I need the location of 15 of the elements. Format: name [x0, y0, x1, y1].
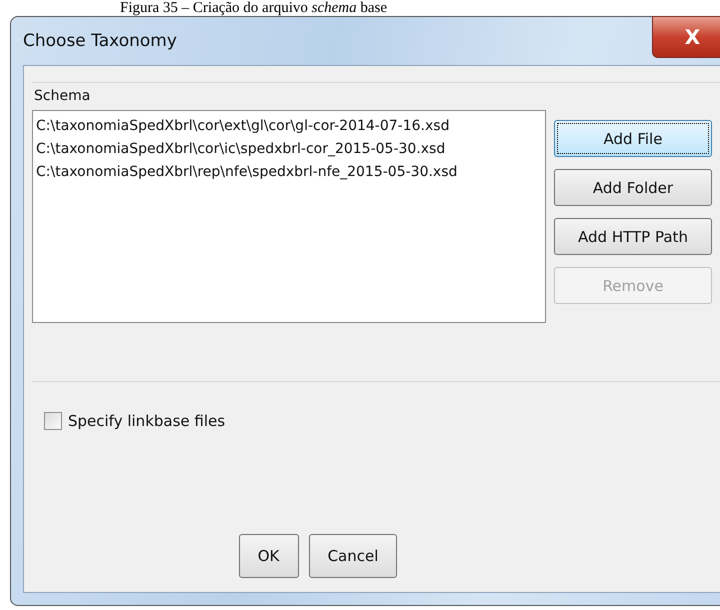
figure-caption: Figura 35 – Criação do arquivo schema base: [119, 0, 388, 16]
group-label: Schema: [33, 88, 90, 104]
ok-button[interactable]: OK: [238, 534, 299, 578]
action-button[interactable]: Add HTTP Path: [554, 218, 712, 255]
file-path[interactable]: C:\taxonomiaSpedXbrl\rep\nfe\spedxbrl-nfe_2015-05-30.xsd: [36, 161, 542, 184]
action-button[interactable]: Add Folder: [554, 169, 712, 206]
file-list[interactable]: C:\taxonomiaSpedXbrl\cor\ext\gl\cor\gl-cor-2014-07-16.xsd C:\taxonomiaSpedXbrl\cor\ic\spedxbrl-cor_2015-05-30.xsd C:\taxonomiaSpedXbrl\rep\nfe\spedxbrl-nfe_2015-05-30.xsd: [32, 110, 546, 323]
checkbox[interactable]: [44, 412, 62, 430]
action-button[interactable]: Add File: [554, 120, 712, 157]
file-path[interactable]: C:\taxonomiaSpedXbrl\cor\ic\spedxbrl-cor_2015-05-30.xsd: [36, 138, 542, 161]
window-title: Choose Taxonomy: [23, 31, 177, 51]
close-button[interactable]: X: [652, 16, 720, 58]
file-path[interactable]: C:\taxonomiaSpedXbrl\cor\ext\gl\cor\gl-cor-2014-07-16.xsd: [36, 115, 542, 138]
checkbox-label[interactable]: Specify linkbase files: [68, 412, 226, 430]
cancel-button[interactable]: Cancel: [308, 534, 398, 578]
